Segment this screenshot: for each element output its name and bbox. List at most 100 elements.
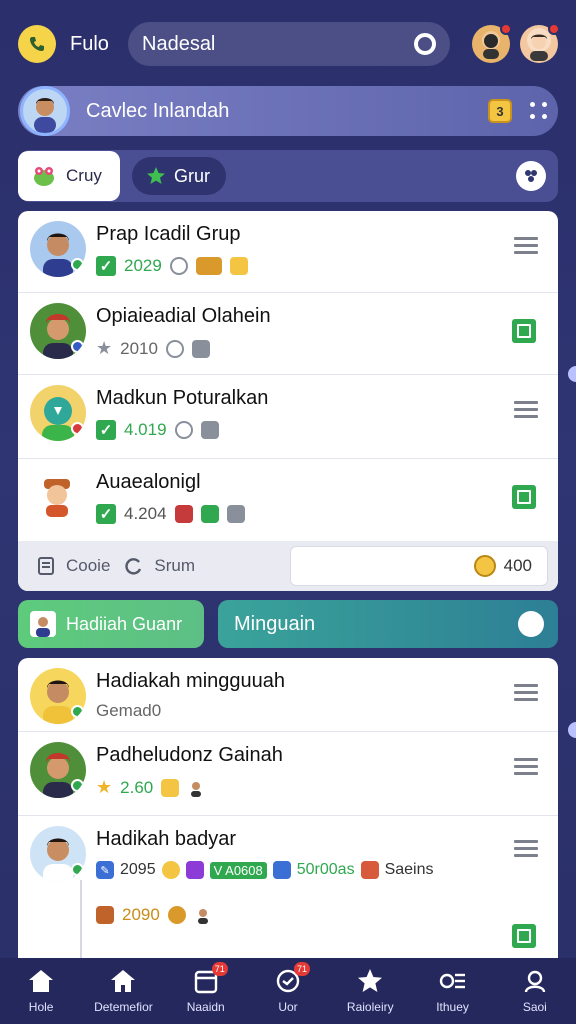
emoji-icon (161, 778, 180, 797)
avatar (30, 221, 86, 277)
score-value: 400 (503, 556, 532, 575)
tab-grur[interactable]: Grur (132, 157, 226, 195)
forum-link[interactable]: Srum (124, 556, 195, 576)
list-item-meta: 2095 (120, 861, 156, 878)
nav-naaidn[interactable]: 71 Naaidn (166, 962, 246, 1014)
coin-icon (161, 861, 180, 879)
list-item-title: Padheludonz Gainah (96, 744, 283, 766)
thread-line (80, 880, 82, 958)
star-icon (358, 969, 383, 992)
shield-icon (174, 505, 193, 523)
weekly-gift-button[interactable]: Hadiiah Guanr (18, 600, 204, 648)
score-field[interactable]: 400 (290, 546, 548, 586)
list-item-subtitle: Gemad0 (96, 701, 162, 720)
list-item-title: Hadiakah mingguuah (96, 670, 286, 692)
check-icon: ✓ (96, 504, 116, 524)
list-item[interactable]: Hadiakah mingguuah Gemad0 (18, 658, 558, 732)
group-card-footer: Cooie Srum 400 (18, 541, 558, 591)
notification-badge (548, 23, 560, 35)
add-square-icon[interactable] (512, 924, 536, 948)
nav-label: Ithuey (436, 1000, 469, 1014)
nav-determine[interactable]: Detemefior (83, 968, 163, 1014)
search-input[interactable]: Nadesal (142, 33, 215, 56)
nav-ithuey[interactable]: Ithuey (413, 968, 493, 1014)
list-item[interactable]: Madkun Poturalkan ✓ 4.019 (18, 375, 558, 459)
scroll-handle[interactable] (568, 366, 576, 382)
avatar (30, 385, 86, 441)
menu-icon[interactable] (514, 758, 538, 779)
profile-avatar[interactable] (20, 86, 70, 136)
online-status-dot (71, 863, 84, 876)
cookie-link[interactable]: Cooie (36, 556, 110, 576)
phone-icon[interactable] (18, 25, 56, 63)
document-icon (38, 557, 54, 575)
nav-rating[interactable]: Raioleiry (330, 968, 410, 1014)
chart-icon (200, 505, 219, 523)
status-dot (71, 340, 84, 353)
shield-icon (272, 861, 291, 879)
list-item-meta: 4.204 (124, 504, 167, 523)
tab-cruy[interactable]: Cruy (18, 151, 120, 201)
list-item-title: Madkun Poturalkan (96, 387, 269, 409)
add-square-icon[interactable] (512, 319, 536, 343)
profile-name: Cavlec Inlandah (86, 99, 230, 122)
shield-icon (169, 257, 188, 275)
list-item[interactable]: Prap Icadil Grup ✓ 2029 (18, 211, 558, 293)
menu-icon[interactable] (514, 237, 538, 258)
menu-icon[interactable] (514, 840, 538, 861)
weekly-right-label: Minguain (234, 612, 316, 635)
weekly-tab[interactable]: Minguain (218, 600, 558, 648)
avatar (187, 778, 206, 797)
bowl-icon (167, 906, 186, 924)
add-group-icon[interactable] (516, 161, 546, 191)
list-item[interactable]: Hadikah badyar ✎ 2095 V A0608 50r00as Sa… (18, 816, 558, 958)
weekly-left-label: Hadiiah Guanr (66, 613, 183, 634)
footer-link-label: Srum (154, 556, 196, 575)
lock-icon (226, 505, 245, 523)
weekly-list-card: Hadiakah mingguuah Gemad0 Padheludonz Ga… (18, 658, 558, 958)
profile-bar[interactable]: Cavlec Inlandah 3 (18, 86, 558, 136)
list-item-title: Opiaieadial Olahein (96, 305, 271, 327)
list-item[interactable]: Opiaieadial Olahein ★ 2010 (18, 293, 558, 375)
list-item-meta: 2090 (122, 905, 160, 924)
check-icon: ✓ (96, 420, 116, 440)
avatar-notification[interactable] (472, 23, 512, 63)
nav-badge: 71 (211, 962, 228, 976)
emoji-icon (229, 257, 248, 275)
chest-icon (195, 257, 222, 275)
gem-icon (360, 861, 379, 879)
avatar-user[interactable] (520, 23, 560, 63)
nav-label: Uor (278, 1000, 298, 1014)
nav-label: Hole (28, 1000, 54, 1014)
menu-icon[interactable] (514, 684, 538, 705)
frog-icon (34, 167, 54, 186)
menu-icon[interactable] (514, 401, 538, 422)
list-item-meta: 2010 (120, 338, 158, 358)
nav-home[interactable]: Hole (1, 968, 81, 1014)
clock-icon (165, 339, 184, 358)
nav-search[interactable]: Saoi (495, 968, 575, 1014)
add-square-icon[interactable] (512, 485, 536, 509)
list-item-meta: Saeins (384, 861, 434, 878)
tab-label: Cruy (66, 166, 102, 185)
list-item-meta: 2.60 (120, 777, 154, 797)
nav-uor[interactable]: 71 Uor (248, 962, 328, 1014)
nav-label: Saoi (522, 1000, 547, 1014)
toggle-icon[interactable] (518, 611, 544, 637)
search-ring-icon[interactable] (414, 33, 436, 55)
group-list-card: Prap Icadil Grup ✓ 2029 Opiaieadial Olah… (18, 211, 558, 591)
bottom-nav: Hole Detemefior 71 Naaidn 71 Uor Raiolei… (0, 958, 576, 1024)
list-item-meta: 50r00as (296, 861, 355, 878)
list-item[interactable]: Auaealonigl ✓ 4.204 (18, 459, 558, 541)
list-item[interactable]: Padheludonz Gainah ★ 2.60 (18, 732, 558, 816)
grid-menu-icon[interactable] (530, 102, 548, 120)
star-icon: ★ (96, 777, 113, 797)
group-tabs: Cruy Grur (18, 150, 558, 202)
search-bar[interactable]: Nadesal (128, 22, 450, 66)
level-badge[interactable]: 3 (488, 99, 512, 123)
avatar (30, 826, 86, 882)
lock-icon (191, 339, 210, 358)
scroll-handle[interactable] (568, 722, 576, 738)
app-name: Fulo (70, 32, 109, 55)
tag-icon (185, 861, 204, 879)
